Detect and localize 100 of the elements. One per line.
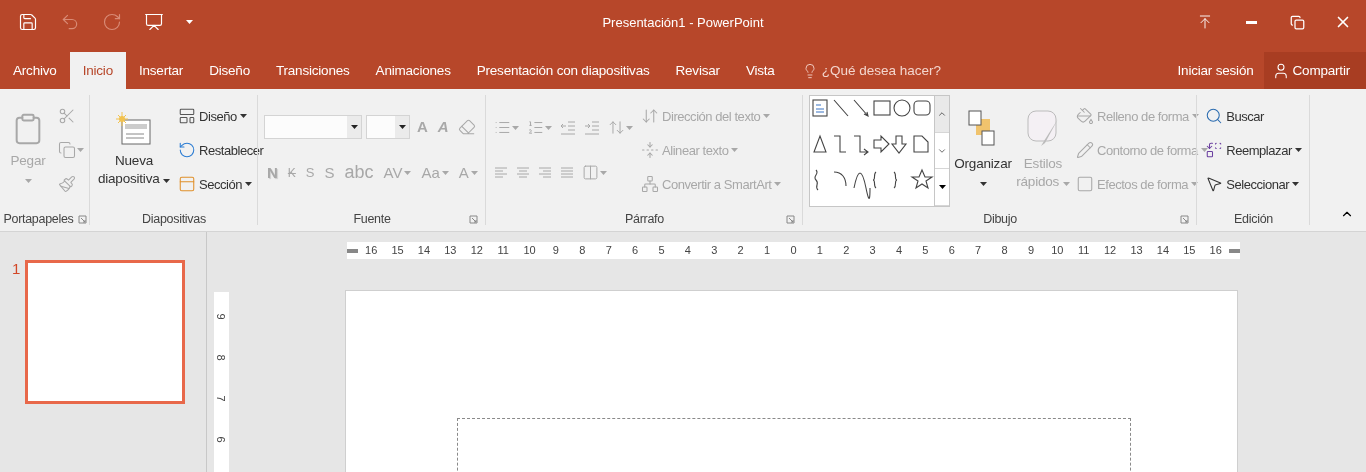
menu-tab[interactable]: Presentación con diapositivas — [463, 52, 663, 89]
caret-icon — [1292, 182, 1300, 186]
reset-icon — [178, 141, 196, 159]
columns-icon — [582, 164, 599, 181]
layout-icon — [178, 107, 196, 125]
caret-icon — [77, 148, 84, 152]
restore-icon — [1289, 14, 1305, 30]
bullet-list-icon — [494, 119, 511, 136]
align-left-icon — [494, 166, 508, 179]
new-slide-icon — [116, 111, 152, 146]
group-label: Edición — [1234, 212, 1273, 226]
scissors-icon — [58, 107, 76, 125]
justify-icon — [560, 166, 574, 179]
ruler-number: 8 — [214, 353, 229, 363]
ribbon-button[interactable]: Nueva diapositiva — [96, 107, 172, 193]
menu-tab[interactable]: Transiciones — [262, 52, 363, 89]
ribbon-button[interactable]: Buscar — [1205, 105, 1264, 127]
undo-icon — [60, 12, 80, 32]
caret-icon — [763, 114, 771, 118]
pointer-icon — [1205, 175, 1224, 193]
caret-icon — [239, 114, 247, 118]
search-icon — [1205, 107, 1224, 125]
caret-icon — [774, 182, 782, 186]
align-center-icon — [516, 166, 530, 179]
shape-gallery[interactable] — [809, 95, 950, 207]
group-label: Portapapeles — [3, 212, 74, 226]
sign-in-link[interactable]: Iniciar sesión — [1167, 52, 1264, 89]
dialog-launcher-icon[interactable] — [786, 215, 795, 224]
caret-icon — [163, 179, 171, 183]
decrease-indent-icon — [560, 120, 576, 135]
caret-icon — [626, 125, 633, 130]
dialog-launcher-icon[interactable] — [77, 214, 87, 224]
align-text-icon — [641, 141, 659, 159]
dialog-launcher-icon[interactable] — [469, 215, 478, 224]
caret-icon — [600, 170, 607, 175]
caret-icon — [1062, 182, 1070, 186]
tell-me-field[interactable]: ¿Qué desea hacer? — [821, 63, 947, 78]
numbered-list-icon — [527, 119, 544, 136]
menu-tab[interactable]: Revisar — [662, 52, 733, 89]
section-icon — [178, 175, 196, 193]
caret-icon — [441, 170, 449, 175]
caret-icon — [245, 182, 253, 186]
quick-access-button[interactable] — [186, 20, 193, 24]
ruler-number: 9 — [214, 312, 229, 322]
ribbon-button[interactable]: Seleccionar — [1205, 173, 1300, 195]
caret-icon — [1294, 148, 1302, 152]
quick-styles-icon — [1026, 108, 1060, 149]
redo-icon — [102, 12, 122, 32]
caret-icon — [1191, 114, 1199, 118]
caret-icon — [938, 185, 946, 190]
slide-number: 1 — [12, 260, 22, 279]
increase-indent-icon — [584, 120, 600, 135]
menu-tab[interactable]: Vista — [732, 52, 788, 89]
minimize-icon — [1245, 20, 1257, 24]
caret-icon — [398, 124, 406, 129]
menu-tab[interactable]: Archivo — [0, 52, 70, 89]
scroll-up-button[interactable] — [935, 96, 949, 133]
group-label: Dibujo — [983, 212, 1017, 226]
caret-icon — [470, 170, 478, 175]
paint-bucket-icon — [1076, 107, 1094, 125]
caret-icon — [404, 170, 412, 175]
menu-tab[interactable]: Inicio — [69, 52, 126, 89]
quick-access-button[interactable] — [144, 12, 164, 32]
caret-icon — [512, 125, 519, 130]
smartart-icon — [641, 175, 659, 193]
replace-icon — [1205, 141, 1224, 159]
caret-icon — [350, 124, 358, 129]
ribbon-button[interactable]: Restablecer — [178, 139, 264, 161]
group-label: Párrafo — [625, 212, 664, 226]
arrange-icon — [968, 108, 998, 149]
menu-tab[interactable]: Animaciones — [362, 52, 464, 89]
ruler-number: 7 — [214, 394, 229, 404]
slide-thumbnail[interactable] — [25, 260, 185, 404]
caret-icon — [731, 148, 739, 152]
caret-icon — [1200, 148, 1208, 152]
caret-icon — [1191, 182, 1199, 186]
ribbon-button[interactable]: Organizar — [956, 104, 1010, 196]
caret-icon — [545, 125, 552, 130]
slideshow-icon — [144, 12, 164, 32]
share-button[interactable]: Compartir — [1263, 52, 1366, 89]
ribbon-display-icon — [1197, 14, 1213, 30]
group-label: Diapositivas — [142, 212, 206, 226]
ribbon-button[interactable]: Sección — [178, 173, 253, 195]
copy-icon — [58, 141, 76, 159]
caret-icon — [979, 182, 987, 186]
ribbon-button[interactable]: Diseño — [178, 105, 247, 127]
menu-tab[interactable]: Insertar — [125, 52, 197, 89]
text-direction-icon — [641, 107, 659, 125]
menu-tab[interactable]: Diseño — [196, 52, 263, 89]
dialog-launcher-icon[interactable] — [1180, 215, 1189, 224]
shape-effects-icon — [1076, 175, 1094, 193]
ribbon-button[interactable]: Reemplazar — [1205, 139, 1302, 161]
ruler-number: 6 — [214, 435, 229, 445]
caret-icon — [186, 20, 193, 24]
window-title: Presentación1 - PowerPoint — [602, 14, 764, 30]
eraser-icon — [457, 117, 476, 136]
pencil-icon — [1076, 141, 1094, 159]
save-icon — [18, 12, 38, 32]
paintbrush-icon — [58, 175, 76, 193]
caret-icon — [24, 179, 32, 183]
